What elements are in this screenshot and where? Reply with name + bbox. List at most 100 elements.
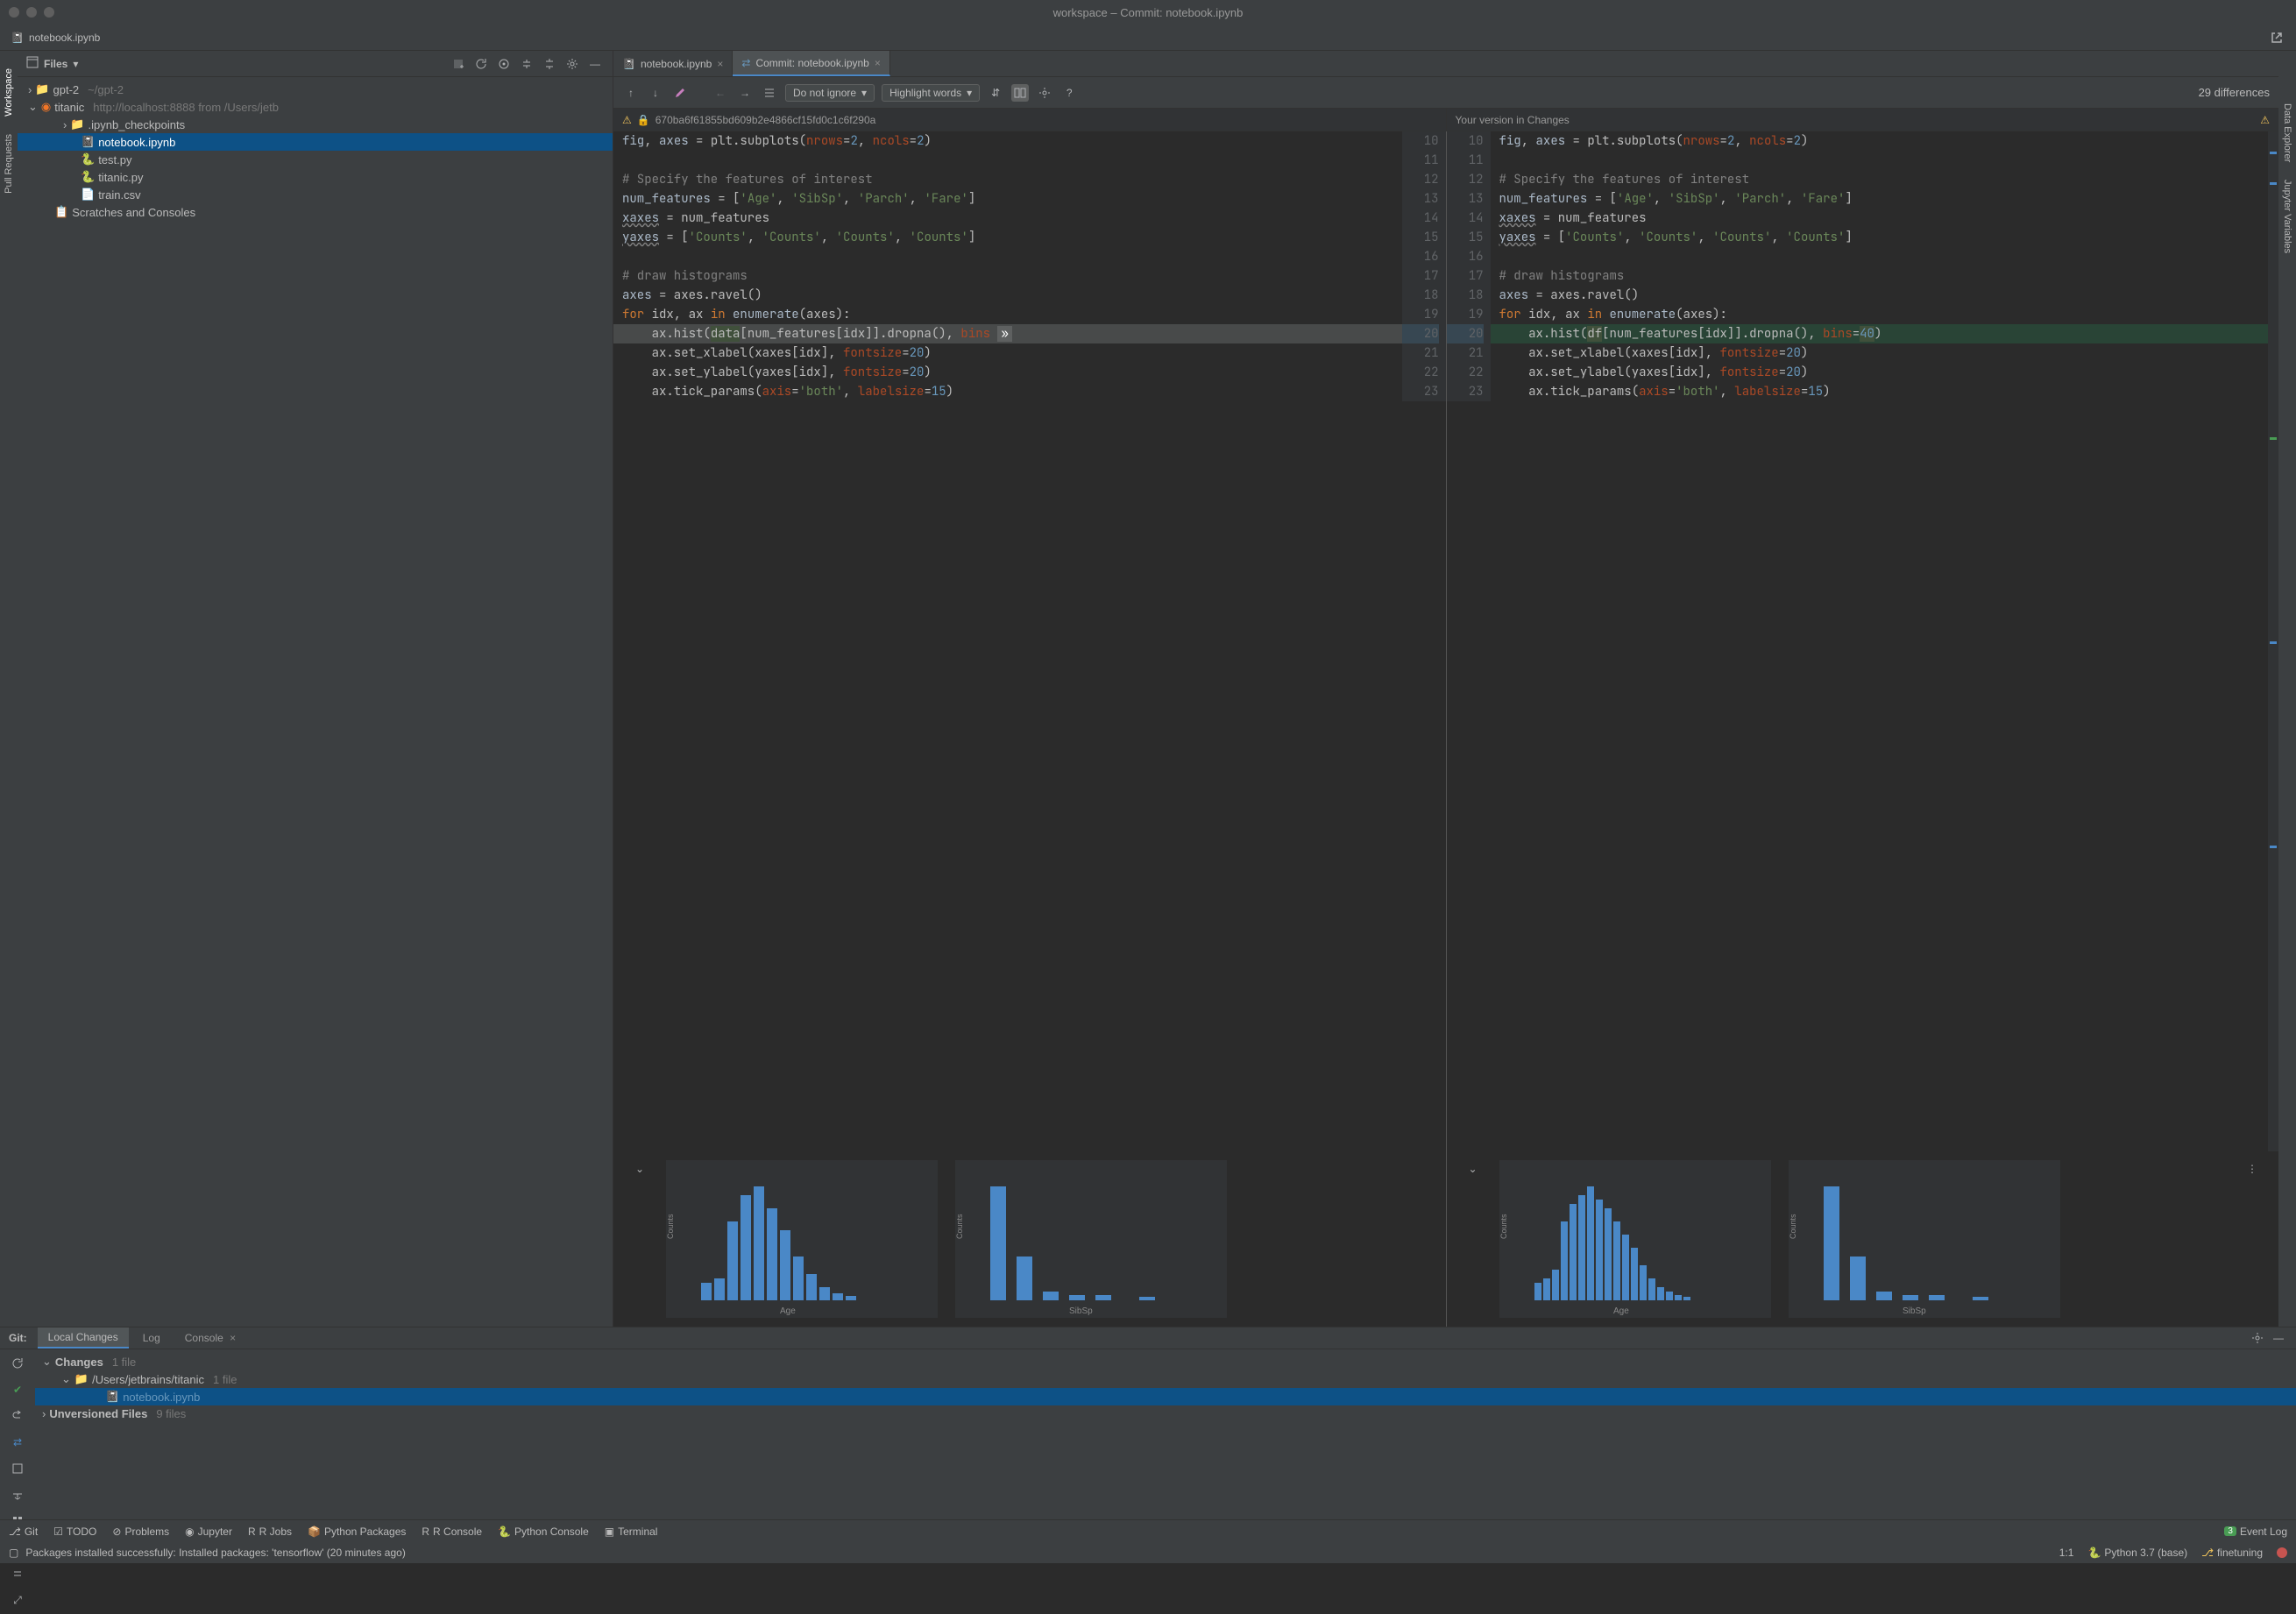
- edit-icon[interactable]: [671, 84, 689, 102]
- changelist-icon[interactable]: [9, 1460, 26, 1477]
- close-icon[interactable]: ×: [230, 1332, 236, 1344]
- commit-icon[interactable]: ✔: [9, 1381, 26, 1398]
- changes-root[interactable]: ⌄ Changes 1 file: [35, 1353, 2296, 1370]
- collapse-all-icon[interactable]: [541, 55, 558, 73]
- diff-icon[interactable]: ⇄: [9, 1433, 26, 1451]
- shelve-icon[interactable]: [9, 1486, 26, 1504]
- chevron-down-icon[interactable]: ▾: [73, 58, 78, 70]
- collapse-all-icon[interactable]: ⤢: [9, 1591, 26, 1609]
- minimize-icon[interactable]: —: [2270, 1329, 2287, 1347]
- expand-all-icon[interactable]: [9, 1565, 26, 1582]
- window-close[interactable]: [9, 7, 19, 18]
- chevron-down-icon[interactable]: ⌄: [1464, 1160, 1482, 1178]
- refresh-icon[interactable]: [9, 1355, 26, 1372]
- editor-area: 📓 notebook.ipynb × ⇄ Commit: notebook.ip…: [613, 51, 2278, 1327]
- refresh-icon[interactable]: [472, 55, 490, 73]
- close-icon[interactable]: ×: [875, 57, 881, 69]
- project-panel-title[interactable]: Files: [44, 58, 67, 70]
- tree-item-notebook[interactable]: 📓 notebook.ipynb: [18, 133, 613, 151]
- ignore-whitespace-select[interactable]: Do not ignore ▾: [785, 84, 875, 102]
- rollback-icon[interactable]: [9, 1407, 26, 1425]
- list-icon[interactable]: [761, 84, 778, 102]
- code-right[interactable]: fig, axes = plt.subplots(nrows=2, ncols=…: [1447, 131, 2279, 401]
- tab-console[interactable]: Console ×: [174, 1328, 246, 1348]
- tab-log[interactable]: Log: [132, 1328, 171, 1348]
- changes-side-toolbar: ✔ ⇄ ⤢: [0, 1349, 35, 1614]
- window-maximize[interactable]: [44, 7, 54, 18]
- next-diff-icon[interactable]: ↓: [647, 84, 664, 102]
- problems-tool-button[interactable]: ⊘ Problems: [112, 1526, 169, 1538]
- change-label: Unversioned Files: [49, 1407, 147, 1420]
- hide-tool-windows-icon[interactable]: ▢: [9, 1547, 18, 1559]
- open-external-icon[interactable]: [2268, 29, 2285, 46]
- tree-item-titanic[interactable]: ⌄ ◉ titanic http://localhost:8888 from /…: [18, 98, 613, 116]
- gear-icon[interactable]: [563, 55, 581, 73]
- cursor-position[interactable]: 1:1: [2059, 1547, 2074, 1559]
- diff-viewer[interactable]: fig, axes = plt.subplots(nrows=2, ncols=…: [613, 131, 2278, 1151]
- changes-tree[interactable]: ⌄ Changes 1 file ⌄ 📁 /Users/jetbrains/ti…: [35, 1349, 2296, 1614]
- highlight-mode-select[interactable]: Highlight words ▾: [882, 84, 980, 102]
- gear-icon[interactable]: [1036, 84, 1053, 102]
- tab-local-changes[interactable]: Local Changes: [38, 1327, 129, 1349]
- unversioned-files[interactable]: › Unversioned Files 9 files: [35, 1405, 2296, 1422]
- project-tree[interactable]: › 📁 gpt-2 ~/gpt-2 ⌄ ◉ titanic http://loc…: [18, 77, 613, 224]
- breadcrumb-file[interactable]: notebook.ipynb: [29, 32, 100, 44]
- interpreter-label: Python 3.7 (base): [2104, 1547, 2187, 1559]
- tree-item-titanicpy[interactable]: 🐍 titanic.py: [18, 168, 613, 186]
- code-left[interactable]: fig, axes = plt.subplots(nrows=2, ncols=…: [613, 131, 1446, 401]
- tool-label: Event Log: [2240, 1526, 2287, 1538]
- error-indicator-icon[interactable]: [2277, 1547, 2287, 1558]
- chevron-down-icon[interactable]: ⌄: [28, 100, 38, 114]
- tree-item-scratches[interactable]: 📋 Scratches and Consoles: [18, 203, 613, 221]
- diff-pane-left[interactable]: fig, axes = plt.subplots(nrows=2, ncols=…: [613, 131, 1447, 1151]
- window-minimize[interactable]: [26, 7, 37, 18]
- tree-item-checkpoints[interactable]: › 📁 .ipynb_checkpoints: [18, 116, 613, 133]
- rconsole-tool-button[interactable]: R R Console: [422, 1526, 482, 1538]
- chevron-down-icon[interactable]: ⌄: [42, 1355, 52, 1369]
- chevron-down-icon[interactable]: ⌄: [631, 1160, 648, 1178]
- diff-pane-right[interactable]: 101112 131415 161718 192021 2223 fig, ax…: [1447, 131, 2279, 1151]
- python-console-tool-button[interactable]: 🐍 Python Console: [498, 1526, 589, 1538]
- pull-requests-tool-button[interactable]: Pull Requests: [4, 134, 14, 194]
- sync-scroll-icon[interactable]: [1011, 84, 1029, 102]
- python-packages-tool-button[interactable]: 📦 Python Packages: [308, 1526, 406, 1538]
- jupyter-variables-tool-button[interactable]: Jupyter Variables: [2282, 180, 2292, 253]
- collapse-icon[interactable]: ⇵: [987, 84, 1004, 102]
- chevron-right-icon[interactable]: ›: [28, 83, 32, 96]
- tab-commit[interactable]: ⇄ Commit: notebook.ipynb ×: [733, 51, 889, 76]
- tab-notebook[interactable]: 📓 notebook.ipynb ×: [613, 51, 733, 76]
- terminal-tool-button[interactable]: ▣ Terminal: [605, 1526, 658, 1538]
- tree-item-root[interactable]: › 📁 gpt-2 ~/gpt-2: [18, 81, 613, 98]
- expand-all-icon[interactable]: [518, 55, 535, 73]
- target-icon[interactable]: [495, 55, 513, 73]
- chevron-down-icon[interactable]: ⌄: [61, 1372, 71, 1386]
- add-file-icon[interactable]: [450, 55, 467, 73]
- prev-diff-icon[interactable]: ↑: [622, 84, 640, 102]
- changes-path[interactable]: ⌄ 📁 /Users/jetbrains/titanic 1 file: [35, 1370, 2296, 1388]
- jupyter-tool-button[interactable]: ◉ Jupyter: [185, 1526, 232, 1538]
- interpreter-button[interactable]: 🐍 Python 3.7 (base): [2087, 1547, 2187, 1559]
- help-icon[interactable]: ?: [1060, 84, 1078, 102]
- data-explorer-tool-button[interactable]: Data Explorer: [2282, 103, 2292, 162]
- status-bar: ▢ Packages installed successfully: Insta…: [0, 1542, 2296, 1563]
- gear-icon[interactable]: [2249, 1329, 2266, 1347]
- rjobs-tool-button[interactable]: R R Jobs: [248, 1526, 292, 1538]
- prev-change-icon[interactable]: ←: [712, 84, 729, 102]
- error-stripe[interactable]: [2268, 131, 2278, 1151]
- git-tool-button[interactable]: ⎇ Git: [9, 1526, 38, 1538]
- event-log-tool-button[interactable]: 3 Event Log: [2224, 1526, 2287, 1538]
- tree-item-testpy[interactable]: 🐍 test.py: [18, 151, 613, 168]
- code-comment: # draw histograms: [622, 268, 748, 284]
- minimize-icon[interactable]: —: [586, 55, 604, 73]
- workspace-tool-button[interactable]: Workspace: [4, 68, 14, 117]
- chevron-right-icon[interactable]: ›: [42, 1407, 46, 1420]
- changes-file-notebook[interactable]: 📓 notebook.ipynb: [35, 1388, 2296, 1405]
- warning-icon: ⚠: [2260, 114, 2270, 126]
- git-branch-button[interactable]: ⎇ finetuning: [2201, 1547, 2263, 1559]
- more-icon[interactable]: ⋮: [2243, 1160, 2261, 1178]
- todo-tool-button[interactable]: ☑ TODO: [53, 1526, 96, 1538]
- tree-item-traincsv[interactable]: 📄 train.csv: [18, 186, 613, 203]
- close-icon[interactable]: ×: [717, 58, 723, 70]
- next-change-icon[interactable]: →: [736, 84, 754, 102]
- chevron-right-icon[interactable]: ›: [63, 118, 67, 131]
